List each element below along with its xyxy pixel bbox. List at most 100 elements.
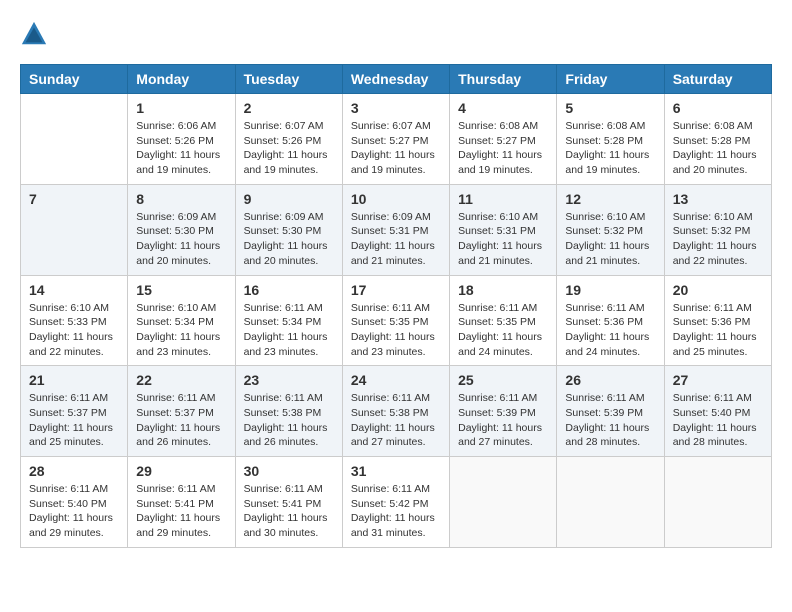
calendar-week-1: 1 Sunrise: 6:06 AMSunset: 5:26 PMDaylight… — [21, 94, 772, 185]
calendar-cell-29: 29Sunrise: 6:11 AMSunset: 5:41 PMDayligh… — [128, 457, 235, 548]
calendar-cell-16: 16 Sunrise: 6:11 AMSunset: 5:34 PMDayligh… — [235, 275, 342, 366]
day-info: Sunrise: 6:09 AMSunset: 5:30 PMDaylight:… — [244, 210, 334, 269]
day-info: Sunrise: 6:10 AMSunset: 5:32 PMDaylight:… — [565, 210, 655, 269]
day-info: Sunrise: 6:11 AMSunset: 5:40 PMDaylight:… — [29, 482, 119, 541]
calendar-cell-2: 2Sunrise: 6:07 AMSunset: 5:26 PMDaylight… — [235, 94, 342, 185]
day-number: 12 — [565, 191, 655, 207]
day-number: 13 — [673, 191, 763, 207]
day-info: Sunrise: 6:11 AMSunset: 5:39 PMDaylight:… — [458, 391, 548, 450]
day-info: Sunrise: 6:11 AMSunset: 5:42 PMDaylight:… — [351, 482, 441, 541]
calendar-cell-23: 23 Sunrise: 6:11 AMSunset: 5:38 PMDayligh… — [235, 366, 342, 457]
calendar-cell-4: 4 Sunrise: 6:08 AMSunset: 5:27 PMDaylight… — [450, 94, 557, 185]
day-number: 15 — [136, 282, 226, 298]
day-info: Sunrise: 6:11 AMSunset: 5:35 PMDaylight:… — [458, 301, 548, 360]
calendar-cell-12: 12 Sunrise: 6:10 AMSunset: 5:32 PMDayligh… — [557, 184, 664, 275]
day-number: 5 — [565, 100, 655, 116]
day-info: Sunrise: 6:08 AMSunset: 5:28 PMDaylight:… — [565, 119, 655, 178]
day-info: Sunrise: 6:11 AMSunset: 5:41 PMDaylight:… — [244, 482, 334, 541]
calendar-week-4: 21 Sunrise: 6:11 AMSunset: 5:37 PMDayligh… — [21, 366, 772, 457]
calendar-cell-27: 27 Sunrise: 6:11 AMSunset: 5:40 PMDayligh… — [664, 366, 771, 457]
calendar-cell-31: 31 Sunrise: 6:11 AMSunset: 5:42 PMDayligh… — [342, 457, 449, 548]
day-number: 6 — [673, 100, 763, 116]
day-number: 25 — [458, 372, 548, 388]
calendar-cell-5: 5 Sunrise: 6:08 AMSunset: 5:28 PMDaylight… — [557, 94, 664, 185]
calendar-table: SundayMondayTuesdayWednesdayThursdayFrid… — [20, 64, 772, 548]
day-info: Sunrise: 6:11 AMSunset: 5:40 PMDaylight:… — [673, 391, 763, 450]
day-number: 28 — [29, 463, 119, 479]
calendar-cell-11: 11 Sunrise: 6:10 AMSunset: 5:31 PMDayligh… — [450, 184, 557, 275]
day-number: 19 — [565, 282, 655, 298]
day-number: 8 — [136, 191, 226, 207]
calendar-header-sunday: Sunday — [21, 65, 128, 94]
day-number: 27 — [673, 372, 763, 388]
day-number: 30 — [244, 463, 334, 479]
day-number: 31 — [351, 463, 441, 479]
day-info: Sunrise: 6:11 AMSunset: 5:38 PMDaylight:… — [244, 391, 334, 450]
calendar-cell-7: 7 — [21, 184, 128, 275]
calendar-cell-25: 25 Sunrise: 6:11 AMSunset: 5:39 PMDayligh… — [450, 366, 557, 457]
calendar-cell-6: 6 Sunrise: 6:08 AMSunset: 5:28 PMDaylight… — [664, 94, 771, 185]
day-info: Sunrise: 6:09 AMSunset: 5:31 PMDaylight:… — [351, 210, 441, 269]
calendar-cell-18: 18 Sunrise: 6:11 AMSunset: 5:35 PMDayligh… — [450, 275, 557, 366]
day-number: 16 — [244, 282, 334, 298]
calendar-week-3: 14Sunrise: 6:10 AMSunset: 5:33 PMDayligh… — [21, 275, 772, 366]
day-number: 21 — [29, 372, 119, 388]
day-info: Sunrise: 6:11 AMSunset: 5:38 PMDaylight:… — [351, 391, 441, 450]
day-info: Sunrise: 6:11 AMSunset: 5:37 PMDaylight:… — [29, 391, 119, 450]
calendar-cell-9: 9 Sunrise: 6:09 AMSunset: 5:30 PMDaylight… — [235, 184, 342, 275]
day-info: Sunrise: 6:11 AMSunset: 5:39 PMDaylight:… — [565, 391, 655, 450]
day-info: Sunrise: 6:08 AMSunset: 5:28 PMDaylight:… — [673, 119, 763, 178]
day-info: Sunrise: 6:09 AMSunset: 5:30 PMDaylight:… — [136, 210, 226, 269]
calendar-header-monday: Monday — [128, 65, 235, 94]
day-number: 2 — [244, 100, 334, 116]
day-number: 1 — [136, 100, 226, 116]
day-number: 11 — [458, 191, 548, 207]
day-info: Sunrise: 6:10 AMSunset: 5:31 PMDaylight:… — [458, 210, 548, 269]
day-info: Sunrise: 6:06 AMSunset: 5:26 PMDaylight:… — [136, 119, 226, 178]
day-info: Sunrise: 6:08 AMSunset: 5:27 PMDaylight:… — [458, 119, 548, 178]
day-number: 10 — [351, 191, 441, 207]
day-number: 18 — [458, 282, 548, 298]
day-number: 24 — [351, 372, 441, 388]
calendar-week-5: 28 Sunrise: 6:11 AMSunset: 5:40 PMDayligh… — [21, 457, 772, 548]
day-number: 3 — [351, 100, 441, 116]
day-info: Sunrise: 6:11 AMSunset: 5:41 PMDaylight:… — [136, 482, 226, 541]
calendar-cell-14: 14Sunrise: 6:10 AMSunset: 5:33 PMDayligh… — [21, 275, 128, 366]
calendar-header-saturday: Saturday — [664, 65, 771, 94]
calendar-cell-8: 8 Sunrise: 6:09 AMSunset: 5:30 PMDaylight… — [128, 184, 235, 275]
calendar-cell-3: 3Sunrise: 6:07 AMSunset: 5:27 PMDaylight… — [342, 94, 449, 185]
calendar-header-thursday: Thursday — [450, 65, 557, 94]
calendar-cell-30: 30 Sunrise: 6:11 AMSunset: 5:41 PMDayligh… — [235, 457, 342, 548]
calendar-week-2: 7 8 Sunrise: 6:09 AMSunset: 5:30 PMDayligh… — [21, 184, 772, 275]
day-info: Sunrise: 6:11 AMSunset: 5:36 PMDaylight:… — [673, 301, 763, 360]
calendar-cell-20: 20Sunrise: 6:11 AMSunset: 5:36 PMDayligh… — [664, 275, 771, 366]
calendar-cell-10: 10 Sunrise: 6:09 AMSunset: 5:31 PMDayligh… — [342, 184, 449, 275]
day-info: Sunrise: 6:11 AMSunset: 5:35 PMDaylight:… — [351, 301, 441, 360]
calendar-cell-empty — [450, 457, 557, 548]
calendar-cell-17: 17Sunrise: 6:11 AMSunset: 5:35 PMDayligh… — [342, 275, 449, 366]
day-number: 9 — [244, 191, 334, 207]
calendar-cell-21: 21 Sunrise: 6:11 AMSunset: 5:37 PMDayligh… — [21, 366, 128, 457]
calendar-cell-19: 19Sunrise: 6:11 AMSunset: 5:36 PMDayligh… — [557, 275, 664, 366]
day-number: 23 — [244, 372, 334, 388]
calendar-cell-28: 28 Sunrise: 6:11 AMSunset: 5:40 PMDayligh… — [21, 457, 128, 548]
day-number: 26 — [565, 372, 655, 388]
calendar-cell-13: 13 Sunrise: 6:10 AMSunset: 5:32 PMDayligh… — [664, 184, 771, 275]
day-number: 7 — [29, 191, 119, 207]
logo-icon — [20, 20, 48, 48]
calendar-cell-24: 24 Sunrise: 6:11 AMSunset: 5:38 PMDayligh… — [342, 366, 449, 457]
day-number: 22 — [136, 372, 226, 388]
calendar-cell-empty — [21, 94, 128, 185]
calendar-header-wednesday: Wednesday — [342, 65, 449, 94]
day-info: Sunrise: 6:10 AMSunset: 5:34 PMDaylight:… — [136, 301, 226, 360]
day-info: Sunrise: 6:11 AMSunset: 5:37 PMDaylight:… — [136, 391, 226, 450]
day-info: Sunrise: 6:11 AMSunset: 5:34 PMDaylight:… — [244, 301, 334, 360]
day-info: Sunrise: 6:10 AMSunset: 5:32 PMDaylight:… — [673, 210, 763, 269]
logo — [20, 20, 52, 48]
calendar-cell-15: 15 Sunrise: 6:10 AMSunset: 5:34 PMDayligh… — [128, 275, 235, 366]
day-number: 14 — [29, 282, 119, 298]
day-number: 4 — [458, 100, 548, 116]
calendar-cell-26: 26 Sunrise: 6:11 AMSunset: 5:39 PMDayligh… — [557, 366, 664, 457]
calendar-header-row: SundayMondayTuesdayWednesdayThursdayFrid… — [21, 65, 772, 94]
calendar-cell-22: 22 Sunrise: 6:11 AMSunset: 5:37 PMDayligh… — [128, 366, 235, 457]
